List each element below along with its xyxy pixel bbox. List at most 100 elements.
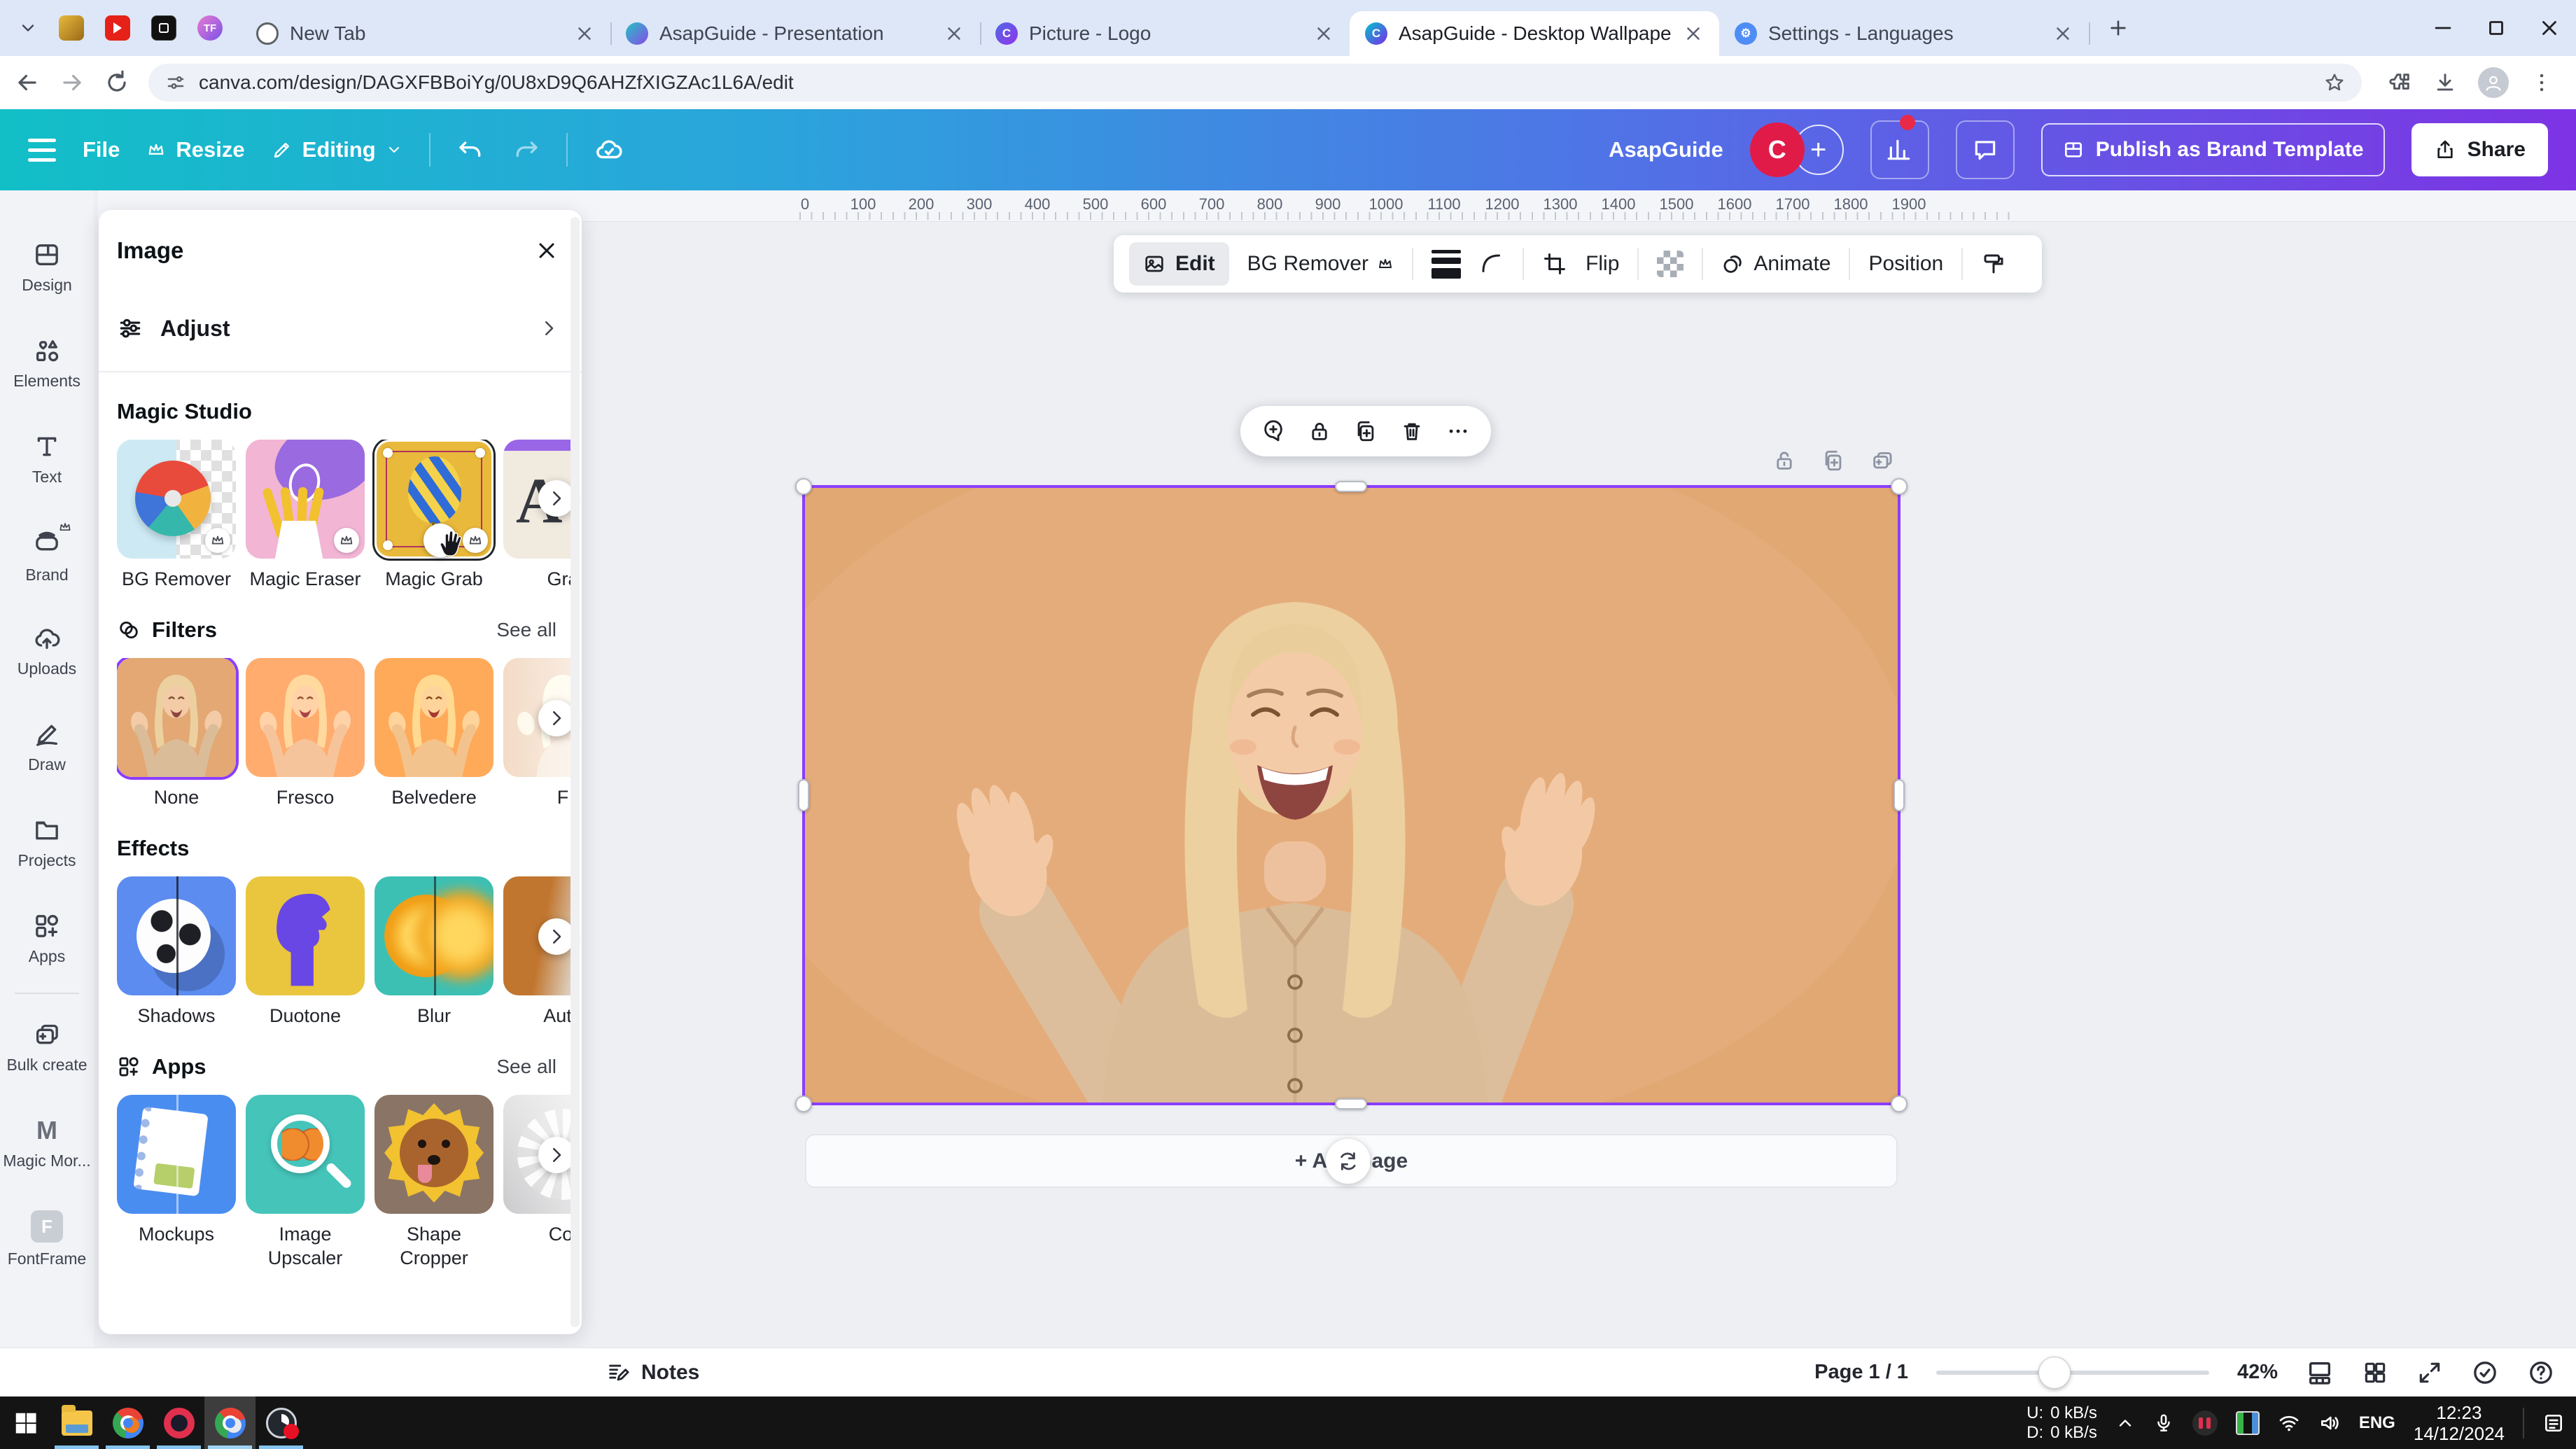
- taskbar-file-explorer[interactable]: [51, 1396, 102, 1449]
- extensions-puzzle-icon[interactable]: [2388, 71, 2412, 94]
- adjust-row[interactable]: Adjust: [117, 298, 570, 358]
- apps-scroll-right-button[interactable]: [538, 1137, 575, 1173]
- zoom-slider-thumb[interactable]: [2038, 1357, 2071, 1389]
- pages-view-icon[interactable]: [2306, 1359, 2334, 1387]
- downloads-icon[interactable]: [2433, 71, 2457, 94]
- browser-menu-kebab-icon[interactable]: [2530, 71, 2554, 94]
- sidebar-item-fontframe[interactable]: FFontFrame: [0, 1191, 94, 1287]
- tab-close-icon[interactable]: [944, 23, 965, 44]
- duplicate-icon[interactable]: [1354, 419, 1378, 443]
- unlock-page-icon[interactable]: [1772, 449, 1796, 472]
- animate-button[interactable]: Animate: [1721, 252, 1830, 276]
- main-menu-hamburger-icon[interactable]: [28, 139, 56, 162]
- tray-expand-icon[interactable]: [2115, 1413, 2135, 1433]
- effect-duotone-thumb[interactable]: [246, 876, 365, 995]
- pinned-tab-youtube-icon[interactable]: [105, 15, 130, 41]
- sidebar-item-draw[interactable]: Draw: [0, 699, 94, 795]
- clock[interactable]: 12:23 14/12/2024: [2414, 1402, 2505, 1444]
- share-button[interactable]: Share: [2412, 123, 2548, 176]
- tab-desktop-wallpaper-active[interactable]: C AsapGuide - Desktop Wallpape: [1350, 11, 1719, 56]
- sidebar-item-design[interactable]: Design: [0, 220, 94, 316]
- tab-settings-languages[interactable]: ⚙ Settings - Languages: [1719, 11, 2089, 56]
- new-tab-button-icon[interactable]: [2107, 17, 2129, 39]
- add-comment-icon[interactable]: [1261, 419, 1285, 443]
- filter-belvedere-thumb[interactable]: [374, 658, 493, 777]
- reload-icon[interactable]: [104, 69, 130, 96]
- language-indicator[interactable]: ENG: [2359, 1413, 2395, 1433]
- filter-fresco-thumb[interactable]: [246, 658, 365, 777]
- sidebar-item-magic-morph[interactable]: MMagic Mor...: [0, 1096, 94, 1191]
- transparency-icon[interactable]: [1657, 251, 1684, 277]
- lock-icon[interactable]: [1308, 419, 1331, 443]
- pinned-tab-gold-icon[interactable]: [59, 15, 84, 41]
- apps-see-all-link[interactable]: See all: [496, 1056, 556, 1078]
- file-menu[interactable]: File: [83, 137, 120, 162]
- saved-check-icon[interactable]: [2471, 1359, 2499, 1387]
- filters-scroll-right-button[interactable]: [538, 700, 575, 736]
- resize-handle-bottom-right[interactable]: [1891, 1096, 1907, 1112]
- insights-chart-button[interactable]: [1870, 120, 1929, 179]
- resize-menu[interactable]: Resize: [146, 137, 244, 162]
- browser-profile-avatar[interactable]: [2478, 67, 2509, 98]
- edit-image-button[interactable]: Edit: [1129, 242, 1229, 286]
- position-button[interactable]: Position: [1868, 252, 1943, 276]
- back-icon[interactable]: [14, 69, 41, 96]
- sidebar-item-brand[interactable]: Brand: [0, 507, 94, 603]
- microphone-icon[interactable]: [2153, 1413, 2174, 1434]
- taskbar-obs[interactable]: [255, 1396, 307, 1449]
- taskbar-opera[interactable]: [153, 1396, 204, 1449]
- app-image-upscaler-thumb[interactable]: [246, 1095, 365, 1214]
- sidebar-item-projects[interactable]: Projects: [0, 795, 94, 891]
- tab-picture-logo[interactable]: C Picture - Logo: [980, 11, 1350, 56]
- sidebar-item-text[interactable]: Text: [0, 412, 94, 507]
- filters-see-all-link[interactable]: See all: [496, 619, 556, 641]
- panel-scrollbar[interactable]: [570, 217, 580, 1327]
- design-page-image[interactable]: [805, 488, 1898, 1102]
- comments-button[interactable]: [1956, 120, 2015, 179]
- address-bar[interactable]: canva.com/design/DAGXFBBoiYg/0U8xD9Q6AHZ…: [148, 64, 2362, 102]
- tab-close-icon[interactable]: [2052, 23, 2073, 44]
- bookmark-star-icon[interactable]: [2324, 72, 2345, 93]
- resize-handle-left[interactable]: [798, 779, 809, 811]
- app-shape-cropper-thumb[interactable]: [374, 1095, 493, 1214]
- effect-blur-thumb[interactable]: [374, 876, 493, 995]
- pinned-tab-dark-icon[interactable]: [151, 15, 176, 41]
- resize-handle-right[interactable]: [1893, 779, 1905, 811]
- resize-handle-bottom-left[interactable]: [795, 1096, 812, 1112]
- sidebar-item-uploads[interactable]: Uploads: [0, 603, 94, 699]
- zoom-slider[interactable]: [1936, 1371, 2209, 1375]
- start-button[interactable]: [0, 1396, 51, 1449]
- grid-view-icon[interactable]: [2362, 1359, 2388, 1386]
- stroke-weight-button[interactable]: [1432, 250, 1461, 279]
- magic-studio-scroll-right-button[interactable]: [538, 480, 575, 517]
- sidebar-item-apps[interactable]: Apps: [0, 891, 94, 987]
- tab-close-icon[interactable]: [574, 23, 595, 44]
- tab-presentation[interactable]: AsapGuide - Presentation: [610, 11, 980, 56]
- redo-icon[interactable]: [512, 136, 540, 164]
- wifi-icon[interactable]: [2278, 1412, 2300, 1434]
- tab-new-tab[interactable]: New Tab: [241, 11, 610, 56]
- resize-handle-top-right[interactable]: [1891, 478, 1907, 495]
- filter-none-thumb-selected[interactable]: [117, 658, 236, 777]
- editing-mode-menu[interactable]: Editing: [272, 137, 402, 162]
- taskbar-chrome-2-active[interactable]: [204, 1396, 255, 1449]
- window-maximize-button[interactable]: [2470, 0, 2523, 56]
- user-avatar[interactable]: C: [1750, 122, 1805, 177]
- tab-search-icon[interactable]: [18, 18, 38, 38]
- add-page-button[interactable]: + Add page: [805, 1134, 1898, 1188]
- resize-handle-bottom[interactable]: [1335, 1098, 1367, 1110]
- notes-button[interactable]: Notes: [606, 1361, 699, 1385]
- effect-shadows-thumb[interactable]: [117, 876, 236, 995]
- undo-icon[interactable]: [457, 136, 485, 164]
- volume-icon[interactable]: [2318, 1412, 2341, 1434]
- pinned-tab-tf-icon[interactable]: TF: [197, 15, 223, 41]
- help-icon[interactable]: [2527, 1359, 2555, 1387]
- fullscreen-icon[interactable]: [2416, 1359, 2443, 1386]
- resize-handle-top-left[interactable]: [795, 478, 812, 495]
- corner-rounding-icon[interactable]: [1479, 251, 1504, 276]
- notification-center-icon[interactable]: [2542, 1412, 2565, 1434]
- more-options-icon[interactable]: [1446, 419, 1470, 443]
- flip-button[interactable]: Flip: [1586, 252, 1619, 276]
- forward-icon[interactable]: [59, 69, 85, 96]
- app-mockups-thumb[interactable]: [117, 1095, 236, 1214]
